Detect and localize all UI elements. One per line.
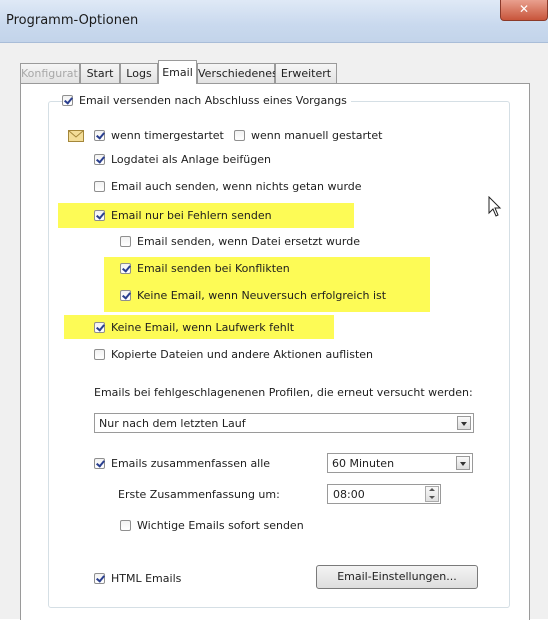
list-copied-label: Kopierte Dateien und andere Aktionen auf… [111, 348, 373, 361]
important-now-checkbox[interactable] [120, 520, 131, 531]
failed-profiles-select[interactable]: Nur nach dem letzten Lauf [94, 413, 474, 433]
first-summary-time-value: 08:00 [333, 488, 365, 501]
only-errors-label: Email nur bei Fehlern senden [111, 209, 272, 222]
timer-option: wenn timergestartet [94, 129, 224, 142]
tab-email[interactable]: Email [158, 60, 197, 84]
attach-log-checkbox[interactable] [94, 154, 105, 165]
chevron-down-icon[interactable] [457, 416, 471, 430]
title-bar: Programm-Optionen ✕ [0, 0, 548, 43]
list-copied-checkbox[interactable] [94, 349, 105, 360]
file-replaced-label: Email senden, wenn Datei ersetzt wurde [137, 235, 360, 248]
drive-missing-option: Keine Email, wenn Laufwerk fehlt [94, 321, 294, 334]
drive-missing-checkbox[interactable] [94, 322, 105, 333]
summarize-checkbox[interactable] [94, 458, 105, 469]
conflicts-option: Email senden bei Konflikten [120, 262, 290, 275]
only-errors-checkbox[interactable] [94, 210, 105, 221]
html-emails-label: HTML Emails [111, 572, 182, 585]
group-title: Email versenden nach Abschluss eines Vor… [62, 94, 351, 107]
file-replaced-checkbox[interactable] [120, 236, 131, 247]
file-replaced-option: Email senden, wenn Datei ersetzt wurde [120, 235, 360, 248]
failed-profiles-value: Nur nach dem letzten Lauf [99, 417, 246, 430]
tab-verschiedenes[interactable]: Verschiedenes [197, 63, 278, 83]
email-settings-button[interactable]: Email-Einstellungen... [316, 565, 478, 589]
tab-logs[interactable]: Logs [120, 63, 158, 83]
chevron-down-icon[interactable] [456, 456, 470, 470]
list-copied-option: Kopierte Dateien und andere Aktionen auf… [94, 348, 373, 361]
retry-success-checkbox[interactable] [120, 290, 131, 301]
important-now-option: Wichtige Emails sofort senden [120, 519, 304, 532]
summarize-option: Emails zusammenfassen alle [94, 457, 270, 470]
tab-erweitert[interactable]: Erweitert [275, 63, 337, 83]
summarize-label: Emails zusammenfassen alle [111, 457, 271, 470]
manual-option: wenn manuell gestartet [234, 129, 382, 142]
conflicts-label: Email senden bei Konflikten [137, 262, 290, 275]
only-errors-option: Email nur bei Fehlern senden [94, 209, 272, 222]
window-title: Programm-Optionen [6, 13, 139, 28]
timer-checkbox[interactable] [94, 130, 105, 141]
failed-profiles-label: Emails bei fehlgeschlagenenen Profilen, … [94, 386, 473, 399]
group-title-label: Email versenden nach Abschluss eines Vor… [79, 94, 347, 107]
tab-konfiguration: Konfiguration [20, 63, 95, 83]
tab-start[interactable]: Start [80, 63, 120, 83]
retry-success-label: Keine Email, wenn Neuversuch erfolgreich… [137, 289, 387, 302]
first-summary-label: Erste Zusammenfassung um: [118, 488, 280, 501]
send-email-checkbox[interactable] [62, 95, 73, 106]
retry-success-option: Keine Email, wenn Neuversuch erfolgreich… [120, 289, 386, 302]
manual-label: wenn manuell gestartet [251, 129, 383, 142]
drive-missing-label: Keine Email, wenn Laufwerk fehlt [111, 321, 295, 334]
timer-label: wenn timergestartet [111, 129, 224, 142]
summarize-interval-value: 60 Minuten [332, 457, 395, 470]
send-if-nothing-label: Email auch senden, wenn nichts getan wur… [111, 180, 362, 193]
send-if-nothing-checkbox[interactable] [94, 181, 105, 192]
manual-checkbox[interactable] [234, 130, 245, 141]
html-emails-option: HTML Emails [94, 572, 181, 585]
close-button[interactable]: ✕ [500, 0, 548, 21]
attach-log-label: Logdatei als Anlage beifügen [111, 153, 271, 166]
spinner-arrows-icon[interactable] [425, 486, 439, 502]
attach-log-option: Logdatei als Anlage beifügen [94, 153, 271, 166]
summarize-interval-select[interactable]: 60 Minuten [327, 453, 473, 473]
conflicts-checkbox[interactable] [120, 263, 131, 274]
envelope-icon [68, 130, 84, 142]
send-if-nothing-option: Email auch senden, wenn nichts getan wur… [94, 180, 362, 193]
important-now-label: Wichtige Emails sofort senden [137, 519, 304, 532]
first-summary-time-input[interactable]: 08:00 [327, 484, 441, 504]
html-emails-checkbox[interactable] [94, 573, 105, 584]
